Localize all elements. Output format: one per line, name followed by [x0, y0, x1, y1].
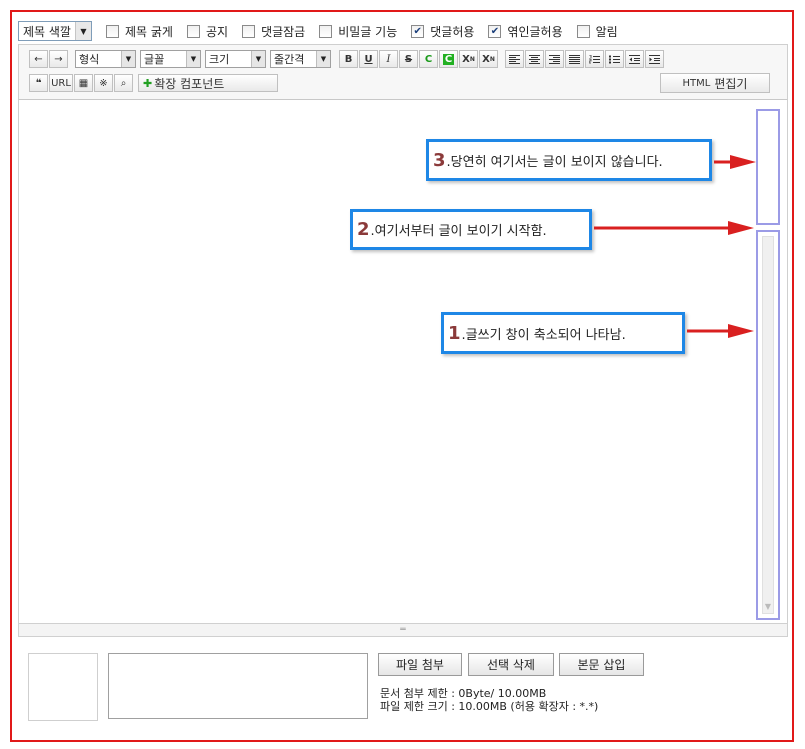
insert-into-body-button[interactable]: 본문 삽입	[559, 653, 644, 676]
file-size-limit-text: 파일 제한 크기 : 10.00MB (허용 확장자 : *.*)	[380, 700, 599, 713]
arrow-note-1	[687, 324, 754, 338]
arrow-note-3	[714, 155, 756, 169]
arrow-note-2	[594, 221, 754, 235]
attachment-file-list[interactable]	[108, 653, 368, 719]
attach-file-button[interactable]: 파일 첨부	[378, 653, 462, 676]
delete-selected-button[interactable]: 선택 삭제	[468, 653, 554, 676]
attachment-preview	[28, 653, 98, 721]
attachment-panel: 파일 첨부 선택 삭제 본문 삽입 문서 첨부 제한 : 0Byte/ 10.0…	[18, 637, 788, 737]
